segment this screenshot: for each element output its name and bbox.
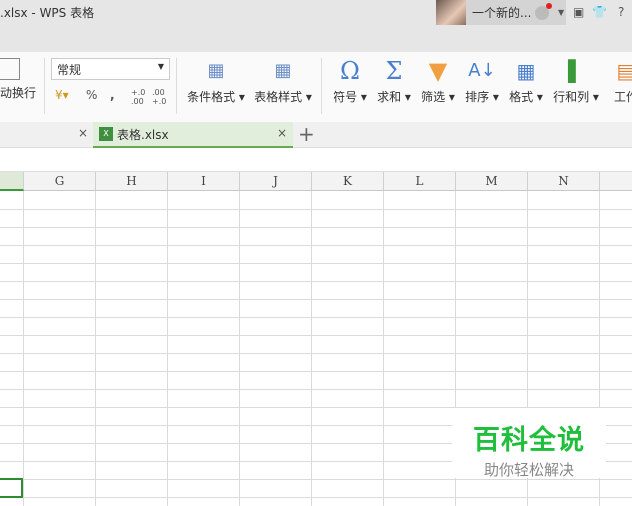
button-label: 工作 bbox=[613, 90, 632, 104]
grid-row-line bbox=[0, 371, 632, 372]
number-format-select[interactable]: 常规 ▼ bbox=[51, 58, 170, 80]
grid-column-line bbox=[311, 191, 312, 506]
grid-column-line bbox=[95, 191, 96, 506]
percent-button[interactable]: % bbox=[86, 88, 97, 102]
grid-row-line bbox=[0, 497, 632, 498]
column-header[interactable]: M bbox=[456, 172, 528, 191]
user-account[interactable]: 一个新的... bbox=[436, 0, 566, 25]
grid-row-line bbox=[0, 317, 632, 318]
worksheet-button[interactable]: ▤ 工作 bbox=[606, 58, 632, 105]
help-icon[interactable]: ? bbox=[618, 5, 624, 19]
grid-row-line bbox=[0, 245, 632, 246]
worksheet-icon: ▤ bbox=[616, 59, 632, 83]
conditional-format-button[interactable]: ▦ 条件格式 ▾ bbox=[184, 58, 248, 105]
button-label: 行和列 bbox=[553, 90, 590, 104]
chevron-down-icon[interactable]: ▼ bbox=[558, 8, 564, 17]
conditional-format-icon: ▦ bbox=[207, 60, 225, 81]
wrap-text-icon bbox=[0, 58, 20, 80]
document-tab-bar: × X 表格.xlsx × + bbox=[0, 122, 632, 148]
column-header[interactable]: K bbox=[312, 172, 384, 191]
column-header-f[interactable] bbox=[0, 172, 24, 191]
watermark-title: 百科全说 bbox=[473, 425, 585, 456]
number-format-value: 常规 bbox=[57, 63, 82, 77]
close-tab-icon[interactable]: × bbox=[78, 126, 88, 140]
grid-column-line bbox=[23, 191, 24, 506]
symbol-button[interactable]: Ω 符号 ▾ bbox=[330, 58, 370, 105]
button-label: 表格样式 bbox=[254, 90, 303, 104]
grid-row-line bbox=[0, 263, 632, 264]
tab-label: 表格.xlsx bbox=[117, 127, 169, 142]
filter-icon: ▼ bbox=[428, 57, 448, 85]
column-header[interactable]: H bbox=[96, 172, 168, 191]
ribbon: 动换行 常规 ▼ ¥▾ % , +.0 .00 .00 +.0 ▦ 条件格式 ▾… bbox=[0, 52, 632, 122]
omega-icon: Ω bbox=[340, 57, 360, 85]
sum-button[interactable]: Σ 求和 ▾ bbox=[374, 58, 414, 105]
button-label: 条件格式 bbox=[187, 90, 236, 104]
table-style-button[interactable]: ▦ 表格样式 ▾ bbox=[252, 58, 314, 105]
sort-button[interactable]: A↓ 排序 ▾ bbox=[462, 58, 502, 105]
column-header[interactable]: L bbox=[384, 172, 456, 191]
watermark-subtitle: 助你轻松解决 bbox=[483, 461, 574, 479]
column-header[interactable]: J bbox=[240, 172, 312, 191]
grid-row-line bbox=[0, 281, 632, 282]
column-header[interactable]: G bbox=[24, 172, 96, 191]
decrease-decimal-button[interactable]: .00 +.0 bbox=[152, 88, 166, 106]
grid-row-line bbox=[0, 209, 632, 210]
grid-row-line bbox=[0, 335, 632, 336]
window-title: .xlsx - WPS 表格 bbox=[0, 6, 95, 20]
save-cloud-icon[interactable]: ▣ bbox=[573, 5, 584, 19]
button-label: 符号 bbox=[333, 90, 358, 104]
vip-crown-icon bbox=[535, 2, 553, 20]
rows-cols-icon: ▌ bbox=[568, 59, 584, 83]
column-header[interactable]: N bbox=[528, 172, 600, 191]
user-name: 一个新的... bbox=[472, 6, 532, 20]
chevron-down-icon: ▼ bbox=[157, 62, 164, 71]
sort-icon: A↓ bbox=[468, 60, 496, 81]
tab-active-document[interactable]: X 表格.xlsx × bbox=[93, 122, 293, 148]
sigma-icon: Σ bbox=[385, 57, 403, 85]
grid-row-line bbox=[0, 227, 632, 228]
button-label: 格式 bbox=[509, 90, 534, 104]
rows-cols-button[interactable]: ▌ 行和列 ▾ bbox=[550, 58, 602, 105]
watermark-logo: 百科全说 助你轻松解决 bbox=[452, 408, 606, 479]
grid-row-line bbox=[0, 389, 632, 390]
avatar bbox=[436, 0, 466, 25]
close-tab-icon[interactable]: × bbox=[277, 126, 287, 140]
grid-column-line bbox=[239, 191, 240, 506]
column-header-o[interactable] bbox=[600, 172, 632, 191]
currency-icon[interactable]: ¥▾ bbox=[55, 88, 69, 102]
grid-column-line bbox=[167, 191, 168, 506]
skin-tshirt-icon[interactable]: 👕 bbox=[592, 5, 607, 19]
new-tab-button[interactable]: + bbox=[298, 122, 315, 146]
column-header[interactable]: I bbox=[168, 172, 240, 191]
button-label: 筛选 bbox=[421, 90, 446, 104]
spreadsheet-file-icon: X bbox=[99, 127, 113, 141]
button-label: 求和 bbox=[377, 90, 402, 104]
selected-cell[interactable] bbox=[0, 478, 23, 498]
grid-row-line bbox=[0, 353, 632, 354]
filter-button[interactable]: ▼ 筛选 ▾ bbox=[418, 58, 458, 105]
wrap-text-button[interactable]: 动换行 bbox=[0, 58, 38, 101]
increase-decimal-button[interactable]: +.0 .00 bbox=[131, 88, 145, 106]
title-bar: .xlsx - WPS 表格 一个新的... ▼ ▣ 👕 ? bbox=[0, 0, 632, 52]
button-label: 排序 bbox=[465, 90, 490, 104]
comma-button[interactable]: , bbox=[110, 88, 115, 102]
wrap-text-label: 动换行 bbox=[0, 86, 36, 100]
format-button[interactable]: ▦ 格式 ▾ bbox=[506, 58, 546, 105]
format-icon: ▦ bbox=[516, 59, 536, 83]
grid-row-line bbox=[0, 299, 632, 300]
formula-bar[interactable] bbox=[0, 149, 632, 172]
grid-column-line bbox=[383, 191, 384, 506]
table-style-icon: ▦ bbox=[274, 60, 292, 81]
